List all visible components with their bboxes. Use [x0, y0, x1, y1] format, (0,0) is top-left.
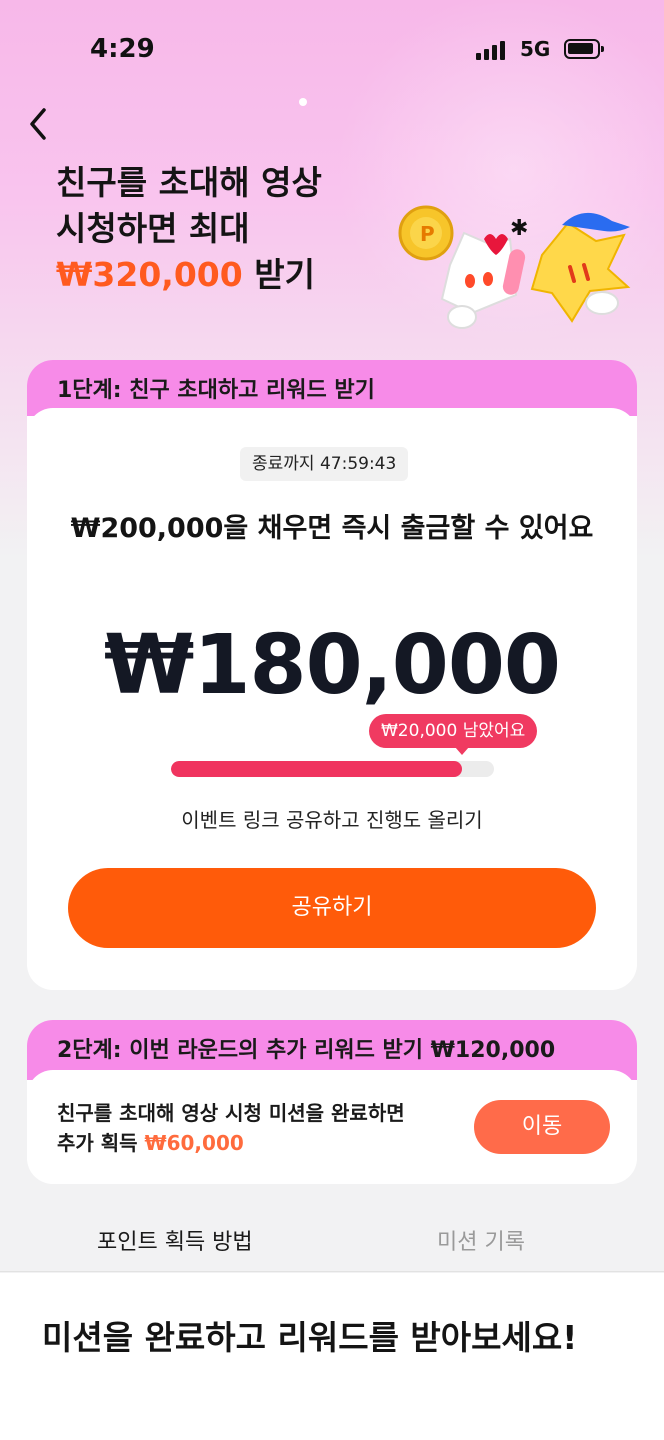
status-time: 4:29: [90, 34, 155, 64]
share-button[interactable]: 공유하기: [68, 868, 596, 948]
stage2-card: 2단계: 이번 라운드의 추가 리워드 받기 ₩120,000 친구를 초대해 …: [27, 1020, 637, 1184]
progress-fill: [171, 761, 462, 777]
section-title: 미션을 완료하고 리워드를 받아보세요!: [42, 1318, 578, 1357]
svg-text:✱: ✱: [510, 216, 528, 241]
network-label: 5G: [520, 37, 551, 61]
mascot-illustration: P ✱: [398, 205, 631, 329]
page-dot-indicator: [299, 98, 307, 106]
chevron-left-icon: [30, 108, 46, 140]
mission-text: 친구를 초대해 영상 시청 미션을 완료하면 추가 획득 ₩60,000: [57, 1098, 405, 1158]
stage1-card: 1단계: 친구 초대하고 리워드 받기 종료까지 47:59:43 ₩200,0…: [27, 360, 637, 990]
tab-mission-history[interactable]: 미션 기록: [437, 1224, 525, 1256]
mission-amount: ₩60,000: [144, 1131, 244, 1155]
remaining-badge: ₩20,000 남았어요: [369, 714, 538, 755]
mission-line-1: 친구를 초대해 영상 시청 미션을 완료하면: [57, 1101, 405, 1125]
title-amount: ₩320,000: [56, 255, 243, 294]
svg-text:P: P: [420, 222, 435, 246]
move-button[interactable]: 이동: [474, 1100, 610, 1154]
signal-icon: [476, 40, 506, 60]
back-button[interactable]: [24, 106, 54, 142]
title-line-1: 친구를 초대해 영상: [56, 163, 322, 202]
tab-bar: 포인트 획득 방법 미션 기록: [0, 1208, 664, 1272]
current-amount: ₩180,000: [104, 618, 561, 713]
page-title: 친구를 초대해 영상 시청하면 최대 ₩320,000 받기: [56, 160, 322, 298]
battery-icon: [564, 39, 604, 59]
mission-line-2: 추가 획득 ₩60,000: [57, 1128, 405, 1158]
share-hint: 이벤트 링크 공유하고 진행도 올리기: [181, 808, 483, 832]
remaining-suffix: 남았어요: [457, 721, 526, 741]
progress-bar: [171, 761, 494, 777]
stage2-body: 친구를 초대해 영상 시청 미션을 완료하면 추가 획득 ₩60,000 이동: [27, 1070, 637, 1184]
mission-prefix: 추가 획득: [57, 1131, 145, 1155]
goal-text: ₩200,000을 채우면 즉시 출금할 수 있어요: [70, 513, 594, 544]
title-line-2: 시청하면 최대: [56, 209, 250, 248]
title-suffix: 받기: [242, 255, 315, 294]
countdown-timer: 종료까지 47:59:43: [240, 447, 409, 481]
tab-how-to-earn[interactable]: 포인트 획득 방법: [97, 1224, 253, 1256]
bottom-section: 미션을 완료하고 리워드를 받아보세요!: [0, 1273, 664, 1440]
remaining-amount: ₩20,000: [381, 721, 458, 741]
title-line-3: ₩320,000 받기: [56, 252, 322, 298]
status-bar: 4:29 5G: [0, 0, 664, 100]
